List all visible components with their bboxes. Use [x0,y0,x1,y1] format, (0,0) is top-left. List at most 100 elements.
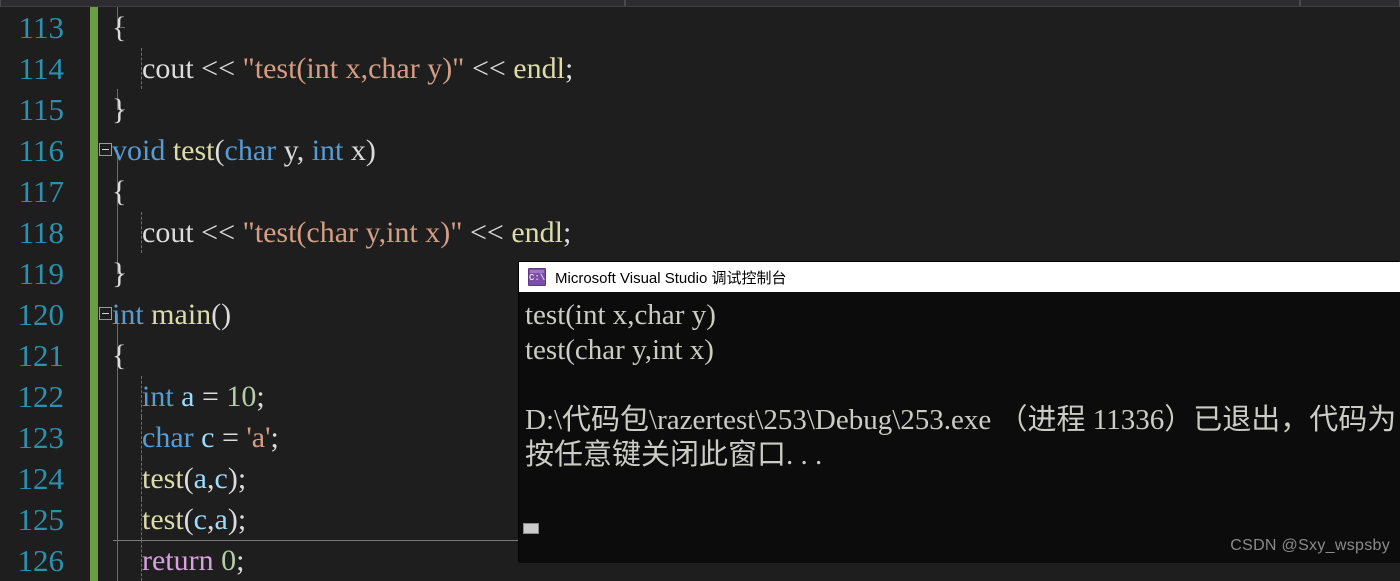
code-token: int [112,298,144,331]
collapse-region-icon[interactable] [99,307,112,320]
line-number: 119 [18,256,64,291]
code-token: ; [564,52,574,85]
code-token: "test(int x,char y)" [242,52,465,85]
code-token: ; [270,421,279,454]
code-line-text: { [112,171,126,212]
code-token: a [214,503,228,536]
code-token: , [207,503,215,536]
code-token: ); [227,462,247,495]
code-token: char [142,421,194,454]
code-token: a [193,462,207,495]
code-token: test [172,134,215,167]
code-token: c [193,503,207,536]
line-number: 113 [18,10,64,45]
code-token: { [112,339,127,372]
code-token: cout [112,52,202,85]
code-token: { [112,175,127,208]
line-number: 121 [17,338,65,373]
code-token: endl [511,216,563,249]
console-output-line: D:\代码包\razertest\253\Debug\253.exe （进程 1… [525,404,1400,436]
console-title-bar[interactable]: C:\ Microsoft Visual Studio 调试控制台 [519,262,1400,292]
console-window-title: Microsoft Visual Studio 调试控制台 [555,269,787,287]
change-indicator-bar [90,458,98,499]
scroll-segment-left[interactable] [0,0,625,6]
code-token: test [142,503,184,536]
code-token: c [214,462,228,495]
code-token: ( [183,462,194,495]
debug-console-window[interactable]: C:\ Microsoft Visual Studio 调试控制台 test(i… [519,262,1400,563]
code-token: ( [183,503,194,536]
code-line[interactable]: 116 void test(char y, int x) [0,130,1400,171]
console-output-line: test(char y,int x) [525,334,714,366]
cmd-icon-glyph: C:\ [529,273,546,283]
code-token: 10 [226,380,257,413]
code-token: << [462,216,512,249]
line-number: 116 [18,133,64,168]
line-number: 120 [17,297,65,332]
code-token: } [112,257,127,290]
change-indicator-bar [90,540,98,581]
code-token: 'a' [246,421,271,454]
code-token: test [142,462,184,495]
code-line[interactable]: 115} [0,89,1400,130]
code-token: int [311,134,344,167]
change-indicator-bar [90,89,98,130]
code-token: "test(char y,int x)" [242,216,463,249]
code-token: , [207,462,215,495]
change-indicator-bar [90,48,98,89]
code-token: 0 [221,544,237,577]
code-token: cout [112,216,202,249]
code-token: } [112,93,127,126]
csdn-watermark: CSDN @Sxy_wspsby [1230,537,1390,554]
line-number: 118 [18,215,64,250]
change-indicator-bar [90,212,98,253]
change-indicator-bar [90,294,98,335]
code-line-text: } [112,89,126,130]
change-indicator-bar [90,417,98,458]
scroll-segment-right[interactable] [1300,0,1400,6]
code-line-text: return 0; [112,540,244,581]
console-output-area[interactable]: test(int x,char y) test(char y,int x) D:… [519,292,1400,563]
code-line-text: cout << "test(int x,char y)" << endl; [112,48,573,89]
line-number: 117 [18,174,64,209]
code-line[interactable]: 118 cout << "test(char y,int x)" << endl… [0,212,1400,253]
scroll-segment-middle[interactable] [625,0,1300,6]
console-output-line-blank [523,368,1400,403]
code-line[interactable]: 113 { [0,7,1400,48]
code-line-text: int a = 10; [112,376,265,417]
editor-top-scroll-strip[interactable] [0,0,1400,7]
change-indicator-bar [90,499,98,540]
line-number: 126 [17,543,65,578]
line-number: 122 [17,379,65,414]
change-indicator-bar [90,7,98,48]
change-indicator-bar [90,335,98,376]
console-output-line: test(int x,char y) [525,299,716,331]
code-token: { [112,11,127,44]
code-line[interactable]: 117 { [0,171,1400,212]
cmd-icon: C:\ [528,268,546,286]
change-indicator-bar [90,376,98,417]
code-token: << [201,216,243,249]
collapse-region-icon[interactable] [99,143,112,156]
line-number: 114 [18,51,64,86]
change-indicator-bar [90,130,98,171]
code-token: ; [236,544,245,577]
code-token: = [194,380,227,413]
console-output-line: 按任意键关闭此窗口. . . [525,439,823,471]
code-line[interactable]: 114 cout << "test(int x,char y)" << endl… [0,48,1400,89]
code-line-text: void test(char y, int x) [112,130,376,171]
code-token: char [224,134,277,167]
code-line-text: test(c,a); [112,499,246,540]
console-text-cursor [523,523,539,534]
line-number: 123 [17,420,65,455]
code-line-text: test(a,c); [112,458,246,499]
code-token: void [112,134,166,167]
code-line-text: char c = 'a'; [112,417,279,458]
code-line-text: { [112,7,126,48]
